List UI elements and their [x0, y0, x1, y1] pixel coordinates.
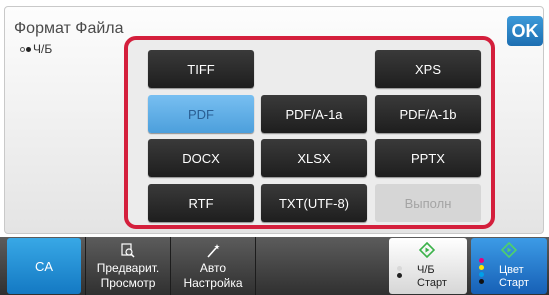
- execute-button: Выполн: [375, 184, 481, 222]
- auto-setup-button[interactable]: Авто Настройка: [171, 237, 255, 295]
- start-color-label-line1: Цвет: [499, 264, 524, 276]
- color-mode-indicator: Ч/Б: [20, 42, 52, 56]
- format-rtf-button[interactable]: RTF: [148, 184, 254, 222]
- format-button-group: TIFF XPS PDF PDF/A-1a PDF/A-1b DOCX XLSX…: [124, 36, 495, 229]
- format-pptx-button[interactable]: PPTX: [375, 139, 481, 177]
- magnifier-document-icon: [119, 241, 137, 261]
- format-pdf-button[interactable]: PDF: [148, 95, 254, 133]
- start-color-button[interactable]: Цвет Старт: [471, 238, 547, 294]
- format-pdfa1b-button[interactable]: PDF/A-1b: [375, 95, 481, 133]
- preview-label-line1: Предварит.: [96, 261, 160, 275]
- format-pdfa1a-button[interactable]: PDF/A-1a: [261, 95, 367, 133]
- mode-filled-dot-icon: [26, 46, 31, 52]
- mode-empty-dot-icon: [20, 46, 25, 52]
- screen: Формат Файла Ч/Б OK TIFF XPS PDF PDF/A-1…: [0, 0, 549, 295]
- format-docx-button[interactable]: DOCX: [148, 139, 254, 177]
- start-color-label-line2: Старт: [499, 277, 529, 289]
- magic-wand-icon: [204, 241, 222, 261]
- preview-button[interactable]: Предварит. Просмотр: [86, 237, 170, 295]
- page-title: Формат Файла: [14, 20, 124, 37]
- diamond-start-icon: [419, 242, 435, 258]
- preview-label-line2: Просмотр: [100, 276, 156, 290]
- ok-button[interactable]: OK: [507, 16, 543, 46]
- start-bw-label-line2: Старт: [417, 277, 447, 289]
- bw-dots-icon: [397, 266, 402, 278]
- clear-all-button[interactable]: CA: [7, 238, 81, 294]
- divider: [255, 237, 256, 295]
- color-mode-label: Ч/Б: [33, 42, 53, 56]
- format-xlsx-button[interactable]: XLSX: [261, 139, 367, 177]
- format-txt-button[interactable]: TXT(UTF-8): [261, 184, 367, 222]
- auto-setup-label-line2: Настройка: [183, 276, 243, 290]
- start-bw-button[interactable]: Ч/Б Старт: [389, 238, 467, 294]
- start-bw-label-line1: Ч/Б: [417, 264, 435, 276]
- diamond-start-icon: [501, 242, 517, 258]
- format-tiff-button[interactable]: TIFF: [148, 50, 254, 88]
- format-xps-button[interactable]: XPS: [375, 50, 481, 88]
- bottom-action-bar: CA Предварит. Просмотр Авто Настройка Ч/…: [0, 237, 549, 295]
- cmyk-dots-icon: [479, 258, 484, 284]
- auto-setup-label-line1: Авто: [199, 261, 227, 275]
